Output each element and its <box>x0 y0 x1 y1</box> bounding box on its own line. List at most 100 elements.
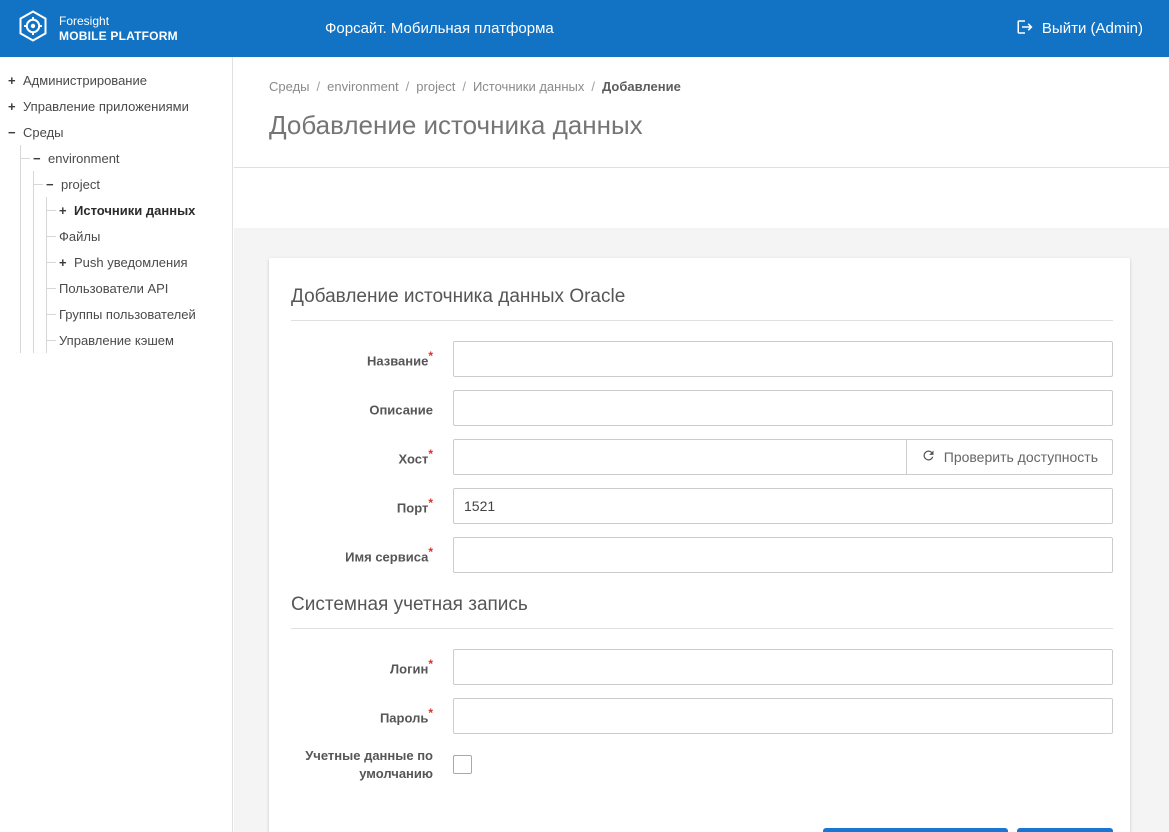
breadcrumb-separator: / <box>406 79 410 94</box>
main-content: Среды / environment / project / Источник… <box>234 57 1169 832</box>
workspace: Добавление источника данных Oracle Назва… <box>234 228 1169 832</box>
field-row-description: Описание <box>291 390 1113 426</box>
tree-item-label: project <box>61 177 100 192</box>
required-asterisk: * <box>428 447 433 461</box>
breadcrumb-item-environments[interactable]: Среды <box>269 79 310 94</box>
tree-item-app-management[interactable]: + Управление приложениями <box>8 93 226 119</box>
description-label: Описание <box>291 397 433 419</box>
expand-icon[interactable]: + <box>59 203 74 218</box>
expand-icon[interactable]: + <box>8 73 23 88</box>
field-row-port: Порт* <box>291 488 1113 524</box>
host-label: Хост* <box>291 446 433 468</box>
login-label: Логин* <box>291 656 433 678</box>
name-input[interactable] <box>453 341 1113 377</box>
foresight-logo-icon <box>16 9 50 48</box>
required-asterisk: * <box>428 496 433 510</box>
test-connection-button[interactable]: Проверить соединение <box>823 828 1008 832</box>
name-label: Название* <box>291 348 433 370</box>
field-row-login: Логин* <box>291 649 1113 685</box>
tree-item-administration[interactable]: + Администрирование <box>8 67 226 93</box>
check-availability-button[interactable]: Проверить доступность <box>906 439 1113 475</box>
default-credentials-checkbox[interactable] <box>453 755 472 774</box>
tree-branch-environments: − environment − project + Источники данн… <box>20 145 226 353</box>
login-input[interactable] <box>453 649 1113 685</box>
brand-name: Foresight <box>59 14 178 29</box>
description-input[interactable] <box>453 390 1113 426</box>
tree-item-label: environment <box>48 151 120 166</box>
port-label-text: Порт <box>397 500 428 515</box>
tree-item-label: Группы пользователей <box>59 307 196 322</box>
tree-item-label: Push уведомления <box>74 255 188 270</box>
tree-item-environments[interactable]: − Среды <box>8 119 226 145</box>
collapse-icon[interactable]: − <box>33 151 48 166</box>
tree-item-cache-management[interactable]: Управление кэшем <box>47 327 226 353</box>
default-credentials-label: Учетные данные по умолчанию <box>291 747 433 782</box>
tree-item-api-users[interactable]: Пользователи API <box>47 275 226 301</box>
sidebar: + Администрирование + Управление приложе… <box>0 57 233 832</box>
field-row-name: Название* <box>291 341 1113 377</box>
add-button[interactable]: Добавить <box>1017 828 1113 832</box>
expand-icon[interactable]: + <box>59 255 74 270</box>
breadcrumb-item-add: Добавление <box>602 79 681 94</box>
brand-logo-block: Foresight MOBILE PLATFORM <box>0 9 233 48</box>
field-row-host: Хост* Проверить доступность <box>291 439 1113 475</box>
tree-branch-project: + Источники данных Файлы + Push уведомле… <box>46 197 226 353</box>
tree-item-user-groups[interactable]: Группы пользователей <box>47 301 226 327</box>
breadcrumb-separator: / <box>317 79 321 94</box>
tree-item-label: Среды <box>23 125 64 140</box>
breadcrumb-separator: / <box>462 79 466 94</box>
host-input[interactable] <box>453 439 907 475</box>
breadcrumb-item-data-sources[interactable]: Источники данных <box>473 79 584 94</box>
brand-subtitle: MOBILE PLATFORM <box>59 29 178 44</box>
password-label-text: Пароль <box>380 710 428 725</box>
tree-item-files[interactable]: Файлы <box>47 223 226 249</box>
form-actions: Проверить соединение Добавить <box>291 828 1113 832</box>
section-title-system-account: Системная учетная запись <box>291 586 1113 629</box>
service-name-input[interactable] <box>453 537 1113 573</box>
app-title: Форсайт. Мобильная платформа <box>325 0 554 57</box>
service-name-label-text: Имя сервиса <box>345 549 428 564</box>
port-input[interactable] <box>453 488 1113 524</box>
tree-branch-environment: − project + Источники данных Файлы + Pus… <box>33 171 226 353</box>
field-row-default-credentials: Учетные данные по умолчанию <box>291 747 1113 782</box>
tree-item-label: Управление кэшем <box>59 333 174 348</box>
tree-item-project[interactable]: − project <box>34 171 226 197</box>
required-asterisk: * <box>428 545 433 559</box>
tree-item-push-notifications[interactable]: + Push уведомления <box>47 249 226 275</box>
host-label-text: Хост <box>398 451 428 466</box>
breadcrumb: Среды / environment / project / Источник… <box>234 57 1169 94</box>
logout-button[interactable]: Выйти (Admin) <box>990 0 1169 57</box>
expand-icon[interactable]: + <box>8 99 23 114</box>
tree-item-label: Управление приложениями <box>23 99 189 114</box>
password-label: Пароль* <box>291 705 433 727</box>
tree-item-label: Файлы <box>59 229 100 244</box>
service-name-label: Имя сервиса* <box>291 544 433 566</box>
section-title-oracle: Добавление источника данных Oracle <box>291 278 1113 321</box>
field-row-service-name: Имя сервиса* <box>291 537 1113 573</box>
field-row-password: Пароль* <box>291 698 1113 734</box>
tree-item-data-sources[interactable]: + Источники данных <box>47 197 226 223</box>
check-availability-label: Проверить доступность <box>944 449 1098 465</box>
refresh-icon <box>921 448 936 466</box>
required-asterisk: * <box>428 349 433 363</box>
logout-label: Выйти (Admin) <box>1042 20 1143 37</box>
breadcrumb-separator: / <box>591 79 595 94</box>
password-input[interactable] <box>453 698 1113 734</box>
breadcrumb-item-environment[interactable]: environment <box>327 79 399 94</box>
form-card: Добавление источника данных Oracle Назва… <box>269 258 1130 832</box>
required-asterisk: * <box>428 657 433 671</box>
description-label-text: Описание <box>369 402 433 417</box>
port-label: Порт* <box>291 495 433 517</box>
breadcrumb-item-project[interactable]: project <box>416 79 455 94</box>
tree-item-label: Администрирование <box>23 73 147 88</box>
logout-icon <box>1016 18 1034 40</box>
collapse-icon[interactable]: − <box>46 177 61 192</box>
brand-text: Foresight MOBILE PLATFORM <box>59 14 178 44</box>
required-asterisk: * <box>428 706 433 720</box>
login-label-text: Логин <box>390 661 428 676</box>
collapse-icon[interactable]: − <box>8 125 23 140</box>
tree-item-label: Источники данных <box>74 203 195 218</box>
name-label-text: Название <box>367 353 428 368</box>
tree-item-label: Пользователи API <box>59 281 168 296</box>
tree-item-environment[interactable]: − environment <box>21 145 226 171</box>
